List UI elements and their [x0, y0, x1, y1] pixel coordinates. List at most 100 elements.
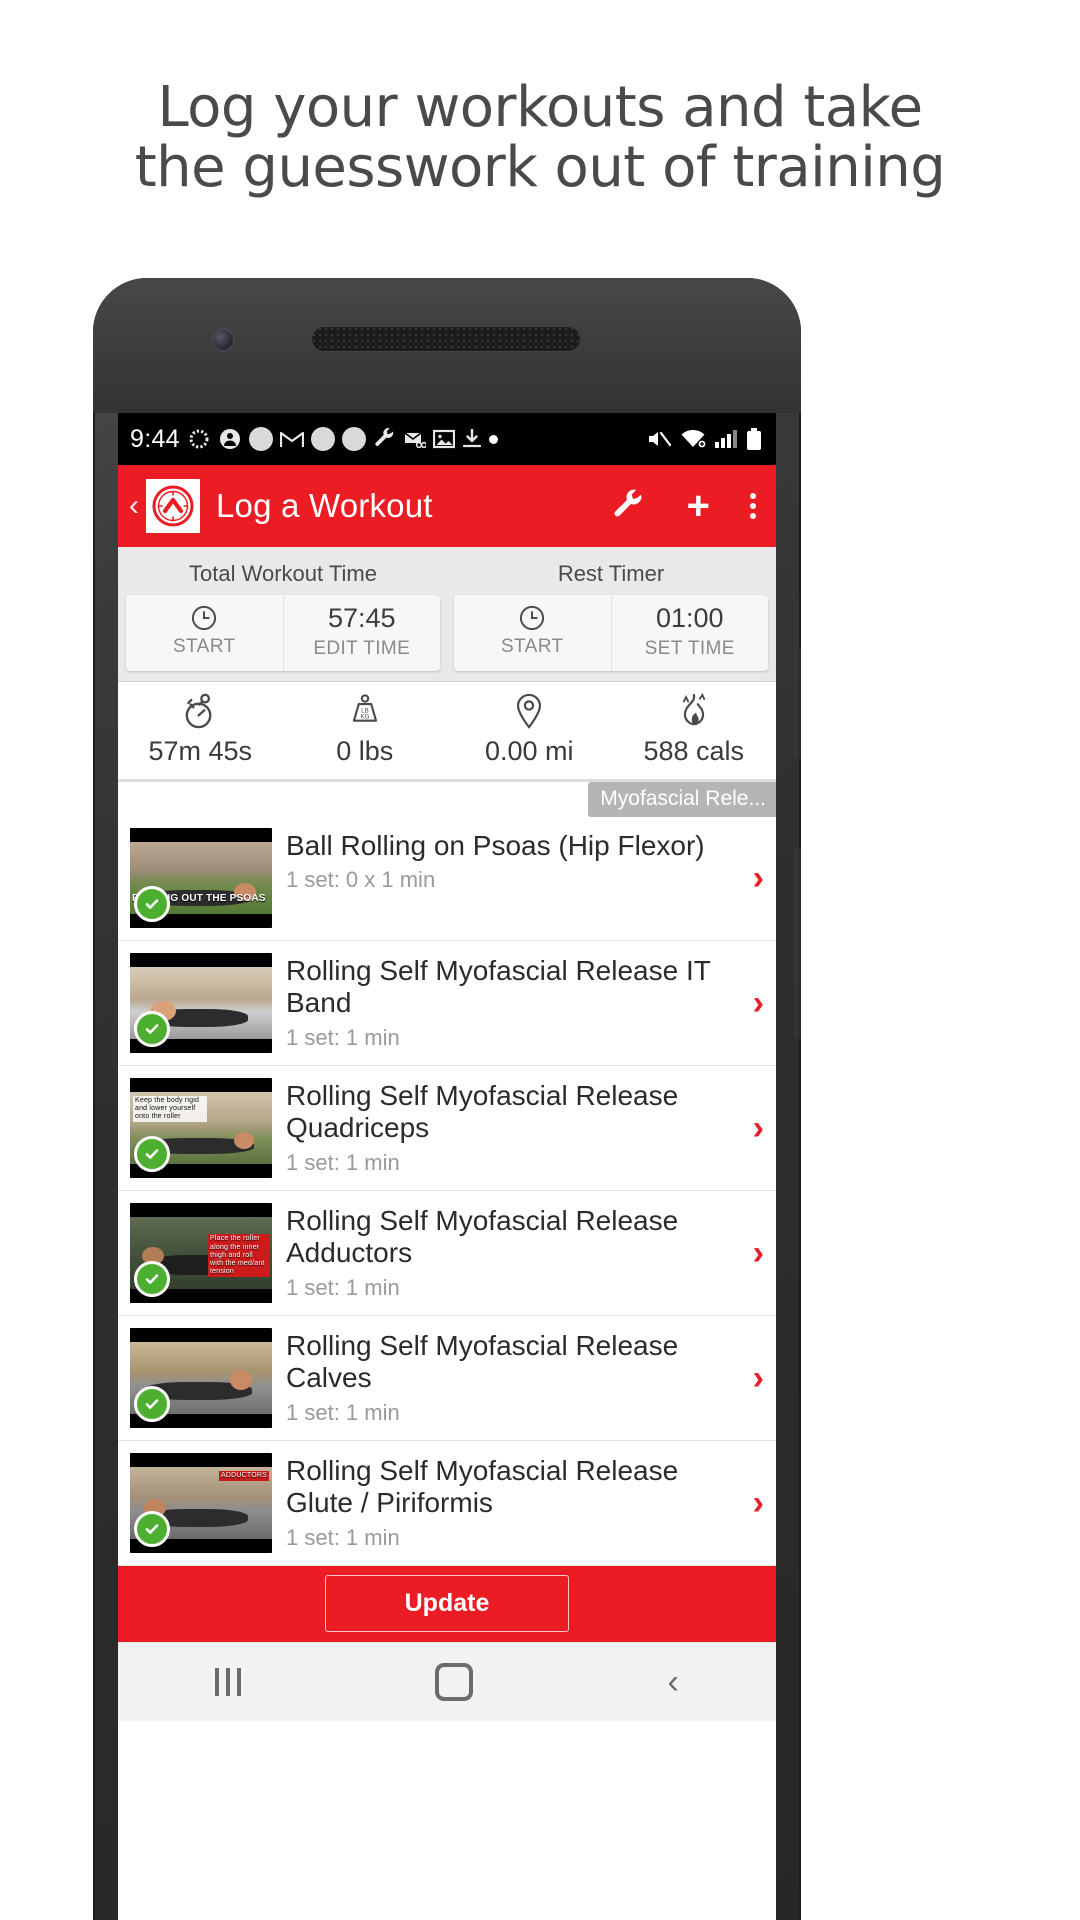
- update-button[interactable]: Update: [325, 1575, 569, 1633]
- rest-timer-start-button[interactable]: START: [454, 595, 611, 671]
- stats-row: 57m 45s LB KG 0 lbs 0.00 mi 588 cals: [118, 681, 777, 782]
- calories-flame-icon: [682, 692, 705, 725]
- total-workout-edit-time-button[interactable]: 57:45 EDIT TIME: [282, 595, 441, 671]
- phone-screen: 9:44 ‹ Log a Workout + Total Workout Tim…: [118, 413, 776, 1920]
- headline-line-2: the guesswork out of training: [134, 135, 946, 201]
- total-workout-time-label: Total Workout Time: [189, 561, 377, 586]
- exercise-text: Rolling Self Myofascial Release Calves 1…: [272, 1328, 766, 1426]
- exercise-text: Rolling Self Myofascial Release IT Band …: [272, 953, 766, 1051]
- app-bar: ‹ Log a Workout +: [118, 465, 776, 547]
- table-row[interactable]: Rolling Self Myofascial Release Calves 1…: [118, 1316, 776, 1441]
- status-time: 9:44: [130, 424, 180, 453]
- back-icon[interactable]: ‹: [668, 1665, 679, 1699]
- stat-weight: LB KG 0 lbs: [283, 692, 448, 767]
- rest-timer-set-time-button[interactable]: 01:00 SET TIME: [610, 595, 769, 671]
- app-bar-title: Log a Workout: [216, 487, 433, 524]
- plus-icon[interactable]: +: [687, 486, 710, 526]
- stopwatch-icon: [185, 693, 212, 728]
- rest-timer-set-label: SET TIME: [644, 637, 735, 659]
- completed-check-icon: [134, 885, 170, 922]
- completed-check-icon: [134, 1010, 170, 1047]
- exercise-text: Rolling Self Myofascial Release Quadrice…: [272, 1078, 766, 1176]
- headline-line-1: Log your workouts and take: [157, 75, 923, 140]
- exercise-thumbnail[interactable]: [130, 1327, 272, 1428]
- volume-button[interactable]: [795, 848, 801, 1038]
- front-camera-icon: [213, 330, 233, 350]
- circle-notification-icon: [248, 427, 273, 451]
- stat-calories-value: 588 cals: [643, 735, 745, 766]
- wrench-icon[interactable]: [611, 488, 647, 524]
- exercise-thumbnail-caption: Place the roller along the inner thigh a…: [208, 1234, 270, 1277]
- table-row[interactable]: Place the roller along the inner thigh a…: [118, 1191, 776, 1316]
- section-tab-strip: Myofascial Rele...: [118, 781, 776, 817]
- exercise-title: Rolling Self Myofascial Release Adductor…: [286, 1204, 679, 1269]
- table-row[interactable]: Rolling Self Myofascial Release IT Band …: [118, 941, 776, 1066]
- power-button[interactable]: [795, 648, 801, 758]
- chevron-right-icon[interactable]: ›: [753, 861, 764, 895]
- wifi-icon: [680, 429, 706, 449]
- total-workout-start-button[interactable]: START: [126, 595, 283, 671]
- exercise-title: Ball Rolling on Psoas (Hip Flexor): [286, 829, 705, 861]
- status-bar: 9:44: [118, 413, 776, 465]
- recent-apps-icon[interactable]: [215, 1667, 242, 1696]
- stat-calories: 588 cals: [612, 692, 777, 767]
- chevron-right-icon[interactable]: ›: [753, 1361, 764, 1395]
- tab-myofascial-release[interactable]: Myofascial Rele...: [588, 781, 776, 817]
- chevron-right-icon[interactable]: ›: [753, 1236, 764, 1270]
- completed-check-icon: [134, 1385, 170, 1422]
- app-logo-icon[interactable]: [146, 479, 200, 533]
- rest-timer-label: Rest Timer: [557, 561, 665, 586]
- total-workout-timer: Total Workout Time START 57:45 EDIT TIME: [126, 553, 440, 671]
- exercise-thumbnail[interactable]: ROLLING OUT THE PSOAS: [130, 827, 272, 928]
- home-icon[interactable]: [435, 1662, 474, 1701]
- exercise-detail: 1 set: 1 min: [286, 1024, 400, 1050]
- account-icon: [218, 427, 242, 451]
- chevron-right-icon[interactable]: ›: [753, 1111, 764, 1145]
- exercise-text: Ball Rolling on Psoas (Hip Flexor) 1 set…: [272, 828, 766, 893]
- mute-icon: [646, 428, 672, 450]
- exercise-thumbnail[interactable]: Keep the body rigid and lower yourself o…: [130, 1077, 272, 1178]
- stat-weight-value: 0 lbs: [336, 735, 394, 766]
- total-workout-timer-box: START 57:45 EDIT TIME: [126, 595, 440, 671]
- bottom-action-bar: Update: [118, 1565, 776, 1642]
- table-row[interactable]: ADDUCTORS Rolling Self Myofascial Releas…: [118, 1441, 776, 1566]
- total-workout-time-value: 57:45: [327, 603, 396, 633]
- exercise-thumbnail[interactable]: Place the roller along the inner thigh a…: [130, 1202, 272, 1303]
- exercise-title: Rolling Self Myofascial Release Quadrice…: [286, 1079, 679, 1144]
- dot-icon: [488, 434, 498, 444]
- download-icon: [462, 429, 482, 449]
- weight-icon: LB KG: [352, 694, 377, 722]
- status-bar-left: 9:44: [130, 425, 498, 454]
- completed-check-icon: [134, 1510, 170, 1547]
- back-button[interactable]: ‹: [124, 491, 144, 521]
- exercise-thumbnail[interactable]: ADDUCTORS: [130, 1452, 272, 1553]
- table-row[interactable]: ROLLING OUT THE PSOAS Ball Rolling on Ps…: [118, 816, 776, 941]
- exercise-detail: 1 set: 1 min: [286, 1149, 400, 1175]
- circle-notification-icon: [310, 427, 335, 451]
- total-workout-edit-label: EDIT TIME: [313, 637, 411, 659]
- circle-notification-icon: [341, 427, 366, 451]
- total-workout-start-label: START: [172, 636, 236, 657]
- exercise-detail: 1 set: 1 min: [286, 1524, 400, 1550]
- rest-timer: Rest Timer START 01:00 SET TIME: [454, 553, 768, 671]
- exercise-text: Rolling Self Myofascial Release Glute / …: [272, 1453, 766, 1551]
- phone-mockup: 9:44 ‹ Log a Workout + Total Workout Tim…: [93, 278, 801, 1920]
- chevron-right-icon[interactable]: ›: [753, 986, 764, 1020]
- exercise-detail: 1 set: 0 x 1 min: [286, 867, 436, 893]
- table-row[interactable]: Keep the body rigid and lower yourself o…: [118, 1066, 776, 1191]
- exercise-thumbnail[interactable]: [130, 952, 272, 1053]
- exercise-text: Rolling Self Myofascial Release Adductor…: [272, 1203, 766, 1301]
- signal-icon: [714, 429, 738, 449]
- timers-section: Total Workout Time START 57:45 EDIT TIME: [118, 547, 776, 682]
- chevron-right-icon[interactable]: ›: [753, 1486, 764, 1520]
- completed-check-icon: [134, 1135, 170, 1172]
- overflow-menu-icon[interactable]: [750, 493, 756, 519]
- sync-icon: [187, 427, 211, 451]
- completed-check-icon: [134, 1260, 170, 1297]
- android-nav-bar: ‹: [118, 1641, 776, 1721]
- exercise-detail: 1 set: 1 min: [286, 1399, 400, 1425]
- gmail-icon: [279, 430, 304, 448]
- phone-bezel-top: [93, 278, 801, 413]
- location-pin-icon: [517, 693, 542, 729]
- rest-timer-box: START 01:00 SET TIME: [454, 595, 768, 671]
